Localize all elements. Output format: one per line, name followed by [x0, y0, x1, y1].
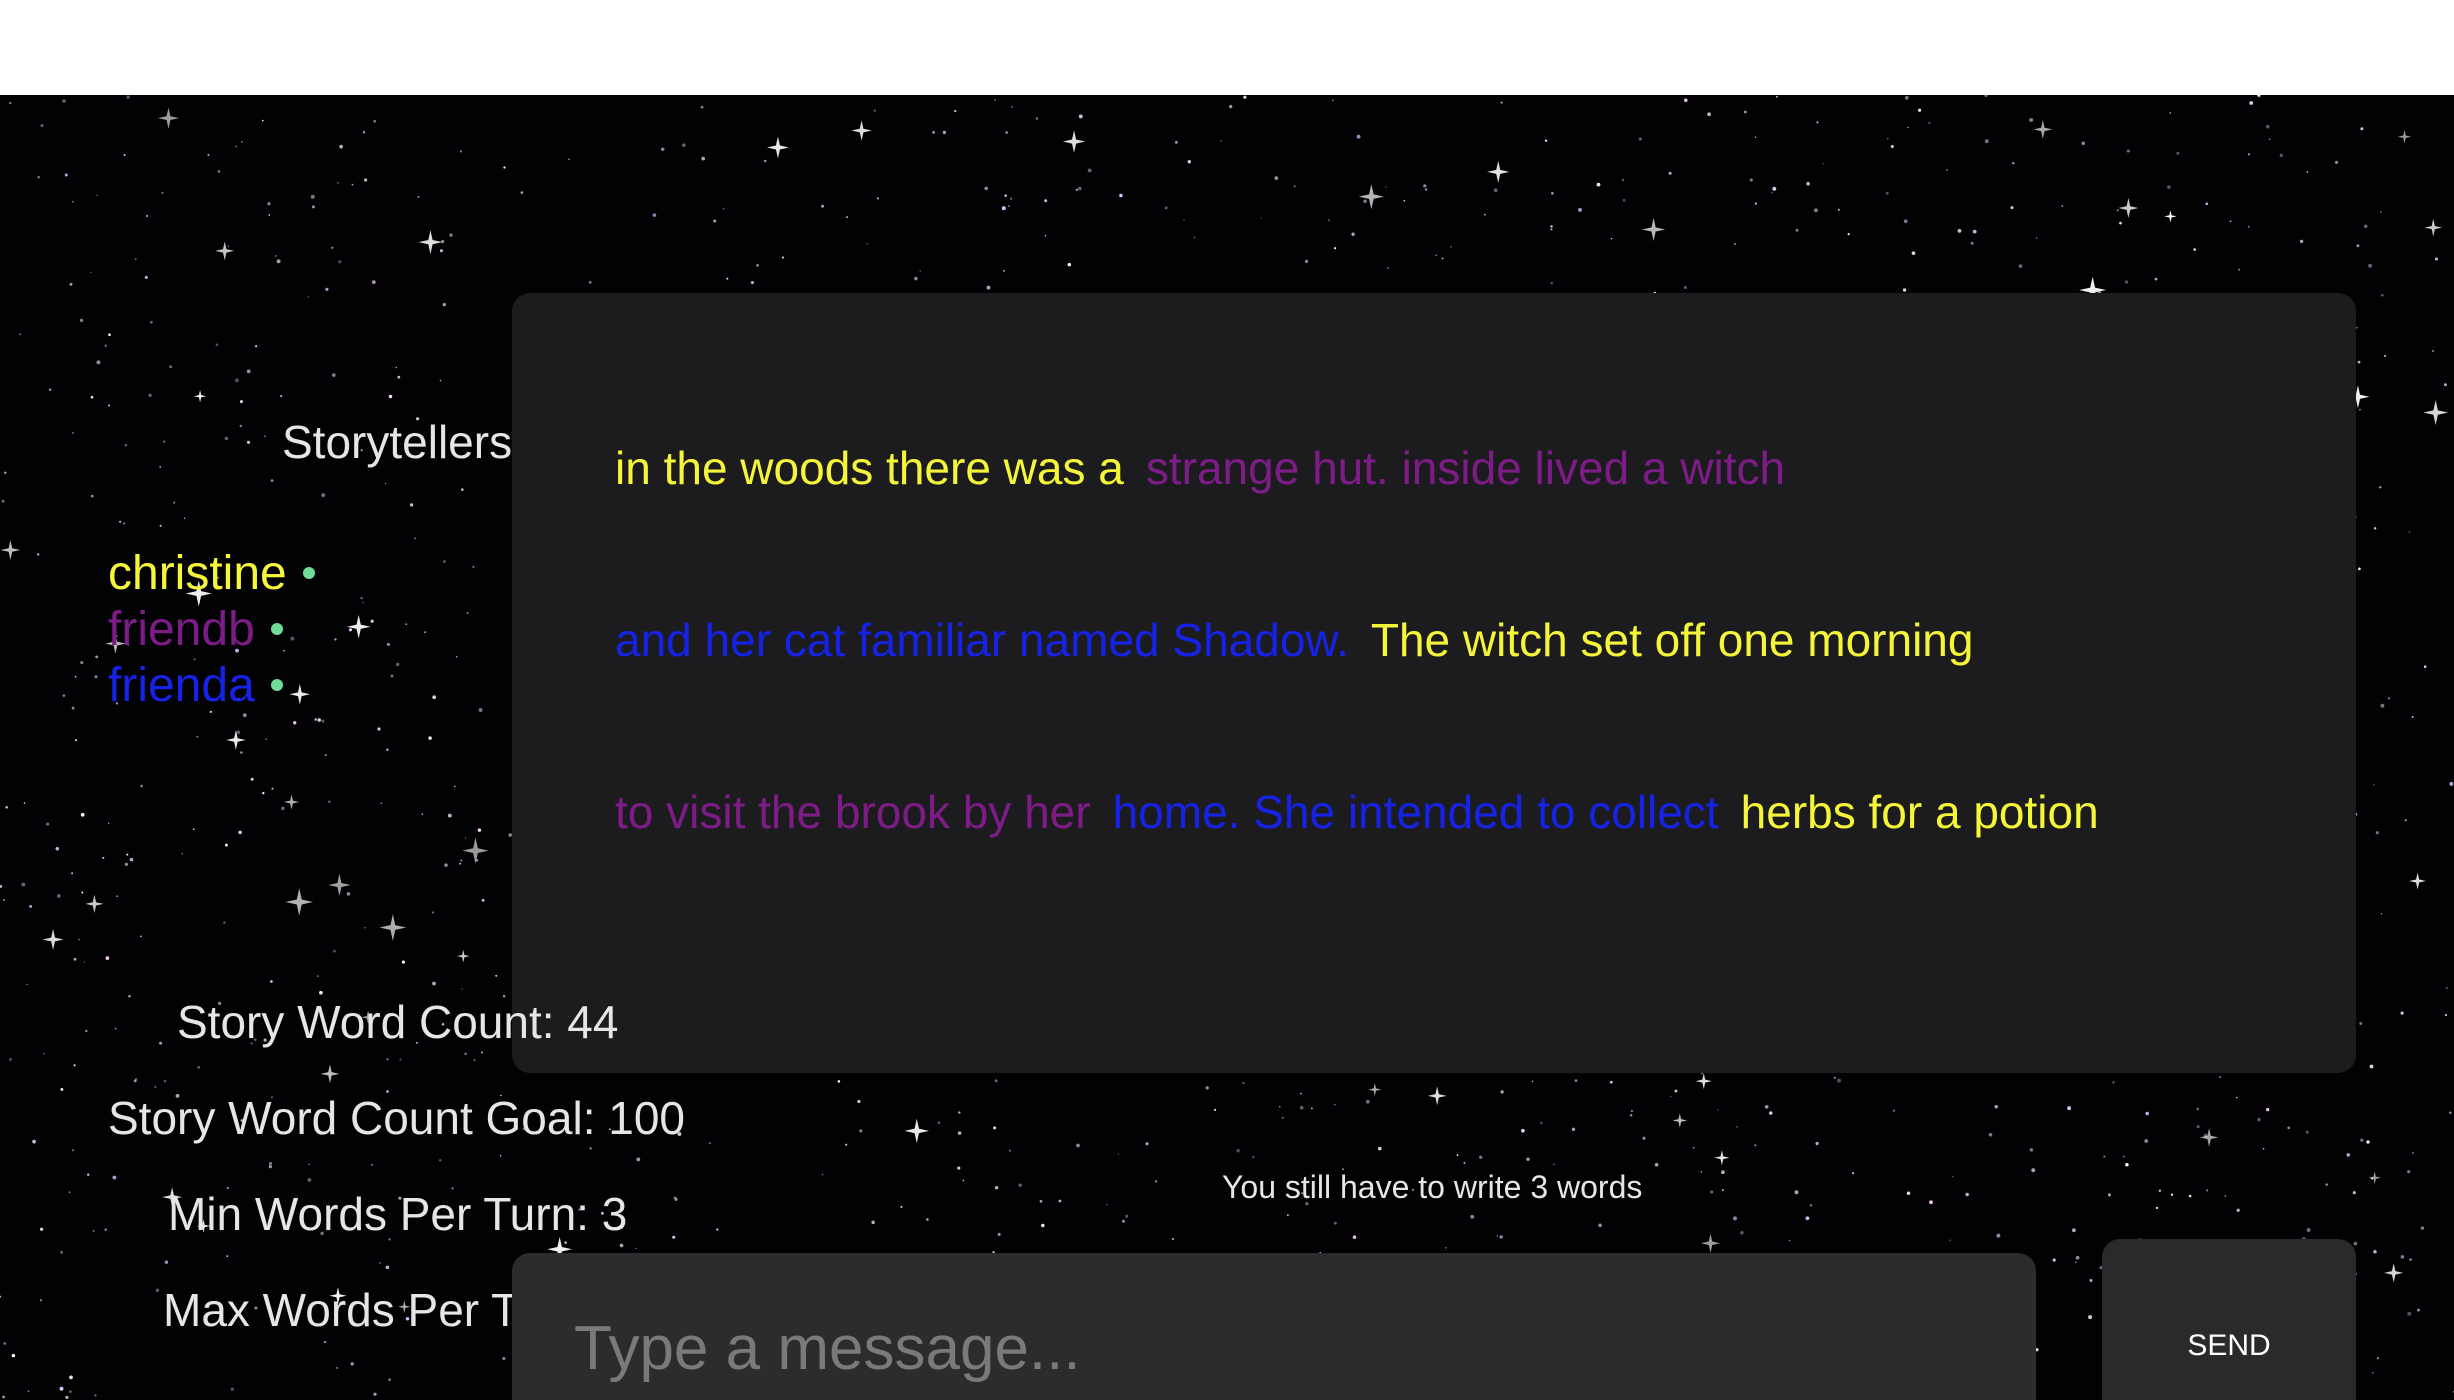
storyteller-name: christine: [108, 546, 287, 600]
story-segment: in the woods there was a: [615, 442, 1124, 494]
story-segment: home. She intended to collect: [1112, 786, 1719, 838]
words-remaining-note: You still have to write 3 words: [1222, 1169, 1643, 1205]
starfield-background: Storytellers christine friendb frienda in …: [0, 95, 2454, 1400]
send-button[interactable]: SEND: [2102, 1239, 2356, 1400]
online-status-dot: [270, 679, 283, 691]
min-words-per-turn: Min Words Per Turn: 3: [168, 1188, 628, 1240]
storyteller-item: frienda: [108, 657, 315, 713]
storyteller-item: friendb: [108, 601, 315, 657]
storyteller-item: christine: [108, 545, 315, 601]
storyteller-name: friendb: [108, 602, 255, 656]
storytellers-list: christine friendb frienda: [108, 545, 315, 713]
story-line: and her cat familiar named Shadow. The wi…: [615, 613, 1995, 667]
storyteller-name: frienda: [108, 658, 255, 712]
story-word-count: Story Word Count: 44: [177, 996, 619, 1048]
story-segment: and her cat familiar named Shadow.: [615, 614, 1349, 666]
story-segment: strange hut. inside lived a witch: [1145, 442, 1786, 494]
message-input[interactable]: [512, 1253, 2036, 1400]
online-status-dot: [302, 567, 315, 579]
story-word-count-goal: Story Word Count Goal: 100: [108, 1092, 685, 1144]
storytellers-title: Storytellers: [282, 416, 513, 468]
story-segment: The witch set off one morning: [1370, 614, 1974, 666]
story-segment: herbs for a potion: [1740, 786, 2099, 838]
story-segment: to visit the brook by her: [615, 786, 1091, 838]
story-panel: in the woods there was a strange hut. ins…: [512, 293, 2356, 1073]
top-bar: [0, 0, 2454, 95]
online-status-dot: [270, 623, 283, 635]
story-line: in the woods there was a strange hut. ins…: [615, 441, 1807, 495]
story-line: to visit the brook by her home. She inten…: [615, 785, 2121, 839]
